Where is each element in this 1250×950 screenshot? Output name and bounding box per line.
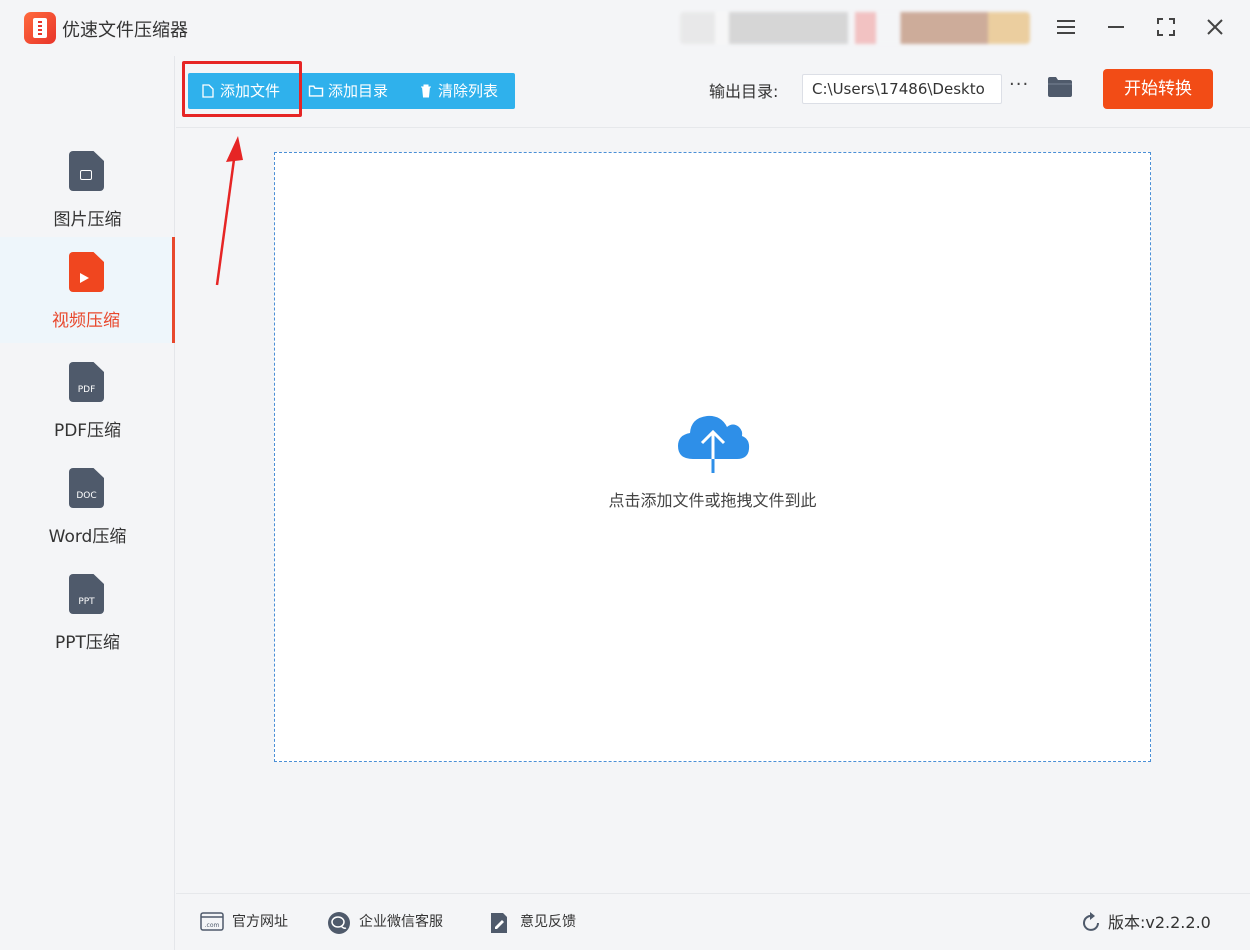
version-info[interactable]: 版本:v2.2.2.0: [1082, 894, 1211, 950]
sidebar-item-ppt[interactable]: PPT PPT压缩: [0, 559, 175, 665]
open-folder-icon[interactable]: [1047, 76, 1073, 98]
maximize-icon[interactable]: [1151, 12, 1181, 42]
sidebar-item-label: 视频压缩: [52, 311, 120, 331]
blurred-account-info: [680, 12, 1030, 44]
folder-outline-icon: [308, 85, 324, 97]
clear-list-button[interactable]: 清除列表: [418, 73, 498, 109]
cloud-upload-icon: [678, 415, 750, 473]
trash-icon: [421, 84, 431, 98]
minimize-icon[interactable]: [1101, 12, 1131, 42]
sidebar-item-image[interactable]: 图片压缩: [0, 136, 175, 242]
output-directory-input[interactable]: C:\Users\17486\Deskto: [802, 74, 1002, 104]
title-bar: 优速文件压缩器: [0, 0, 1250, 56]
output-directory-label: 输出目录:: [709, 82, 779, 101]
app-logo-icon: [24, 12, 56, 44]
annotation-arrow-icon: [215, 136, 243, 286]
annotation-highlight-box: [182, 61, 302, 117]
image-file-icon: [69, 151, 104, 191]
video-file-icon: [69, 252, 104, 292]
sidebar-item-label: PPT压缩: [55, 633, 120, 653]
sidebar-item-word[interactable]: DOC Word压缩: [0, 453, 175, 559]
sidebar: 图片压缩 视频压缩 PDF PDF压缩 DOC Word压缩 PPT PPT压缩: [0, 56, 175, 950]
feedback-link[interactable]: 意见反馈: [488, 894, 576, 950]
divider: [176, 127, 1250, 128]
footer: .com 官方网址 企业微信客服 意见反馈 版本:v2.2.2.0: [176, 893, 1250, 950]
file-drop-zone[interactable]: 点击添加文件或拖拽文件到此: [274, 152, 1151, 762]
wechat-icon: [328, 912, 350, 934]
pdf-file-icon: PDF: [69, 362, 104, 402]
more-options-icon[interactable]: ···: [1009, 76, 1031, 96]
start-convert-button[interactable]: 开始转换: [1103, 69, 1213, 109]
feedback-icon: [491, 913, 507, 933]
drop-zone-hint: 点击添加文件或拖拽文件到此: [608, 491, 817, 510]
sidebar-item-label: PDF压缩: [53, 421, 122, 441]
official-website-link[interactable]: .com 官方网址: [200, 894, 288, 950]
menu-icon[interactable]: [1051, 12, 1081, 42]
website-icon: .com: [200, 912, 224, 931]
app-title: 优速文件压缩器: [62, 20, 188, 41]
sidebar-item-label: Word压缩: [48, 527, 127, 547]
sidebar-item-pdf[interactable]: PDF PDF压缩: [0, 347, 175, 453]
svg-text:.com: .com: [205, 922, 220, 929]
wechat-service-link[interactable]: 企业微信客服: [327, 894, 443, 950]
add-directory-button[interactable]: 添加目录: [308, 73, 388, 109]
close-icon[interactable]: [1200, 12, 1230, 42]
refresh-icon: [1083, 912, 1099, 931]
ppt-file-icon: PPT: [69, 574, 104, 614]
doc-file-icon: DOC: [69, 468, 104, 508]
sidebar-item-label: 图片压缩: [53, 210, 122, 230]
sidebar-item-video[interactable]: 视频压缩: [0, 237, 175, 343]
